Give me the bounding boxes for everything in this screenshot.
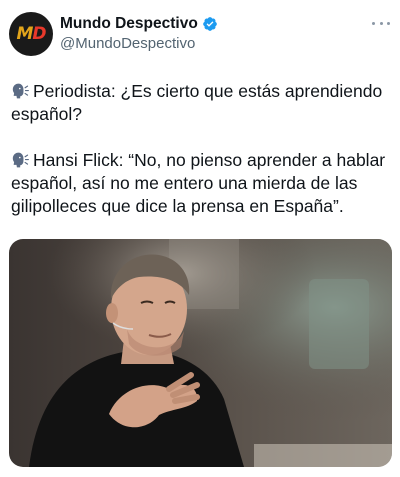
tweet-paragraph: Hansi Flick: “No, no pienso aprender a h… [11,149,393,218]
more-options-icon[interactable] [372,20,390,26]
display-name[interactable]: Mundo Despectivo [60,15,198,33]
speaking-head-icon [12,83,29,99]
tweet-paragraph: Periodista: ¿Es cierto que estás aprendi… [11,80,393,126]
more-dot [387,21,390,25]
name-row: Mundo Despectivo [60,15,218,33]
avatar[interactable]: MD [9,12,53,56]
photo-illustration [9,239,392,467]
more-dot [379,21,383,25]
tweet-text: Periodista: ¿Es cierto que estás aprendi… [11,80,393,241]
avatar-logo: MD [16,24,46,44]
avatar-logo-d: D [32,24,46,44]
author-info: Mundo Despectivo @MundoDespectivo [60,15,218,52]
avatar-logo-m: M [16,24,33,44]
speaking-head-icon [12,152,29,168]
tweet-media-photo[interactable] [9,239,392,467]
verified-badge-icon [202,17,217,31]
tweet-paragraph-text: Periodista: ¿Es cierto que estás aprendi… [11,81,383,124]
more-dot [372,21,375,25]
handle[interactable]: @MundoDespectivo [60,35,218,52]
tweet: MD Mundo Despectivo @MundoDespectivo Per… [0,0,400,477]
tweet-paragraph-text: Hansi Flick: “No, no pienso aprender a h… [11,150,386,216]
